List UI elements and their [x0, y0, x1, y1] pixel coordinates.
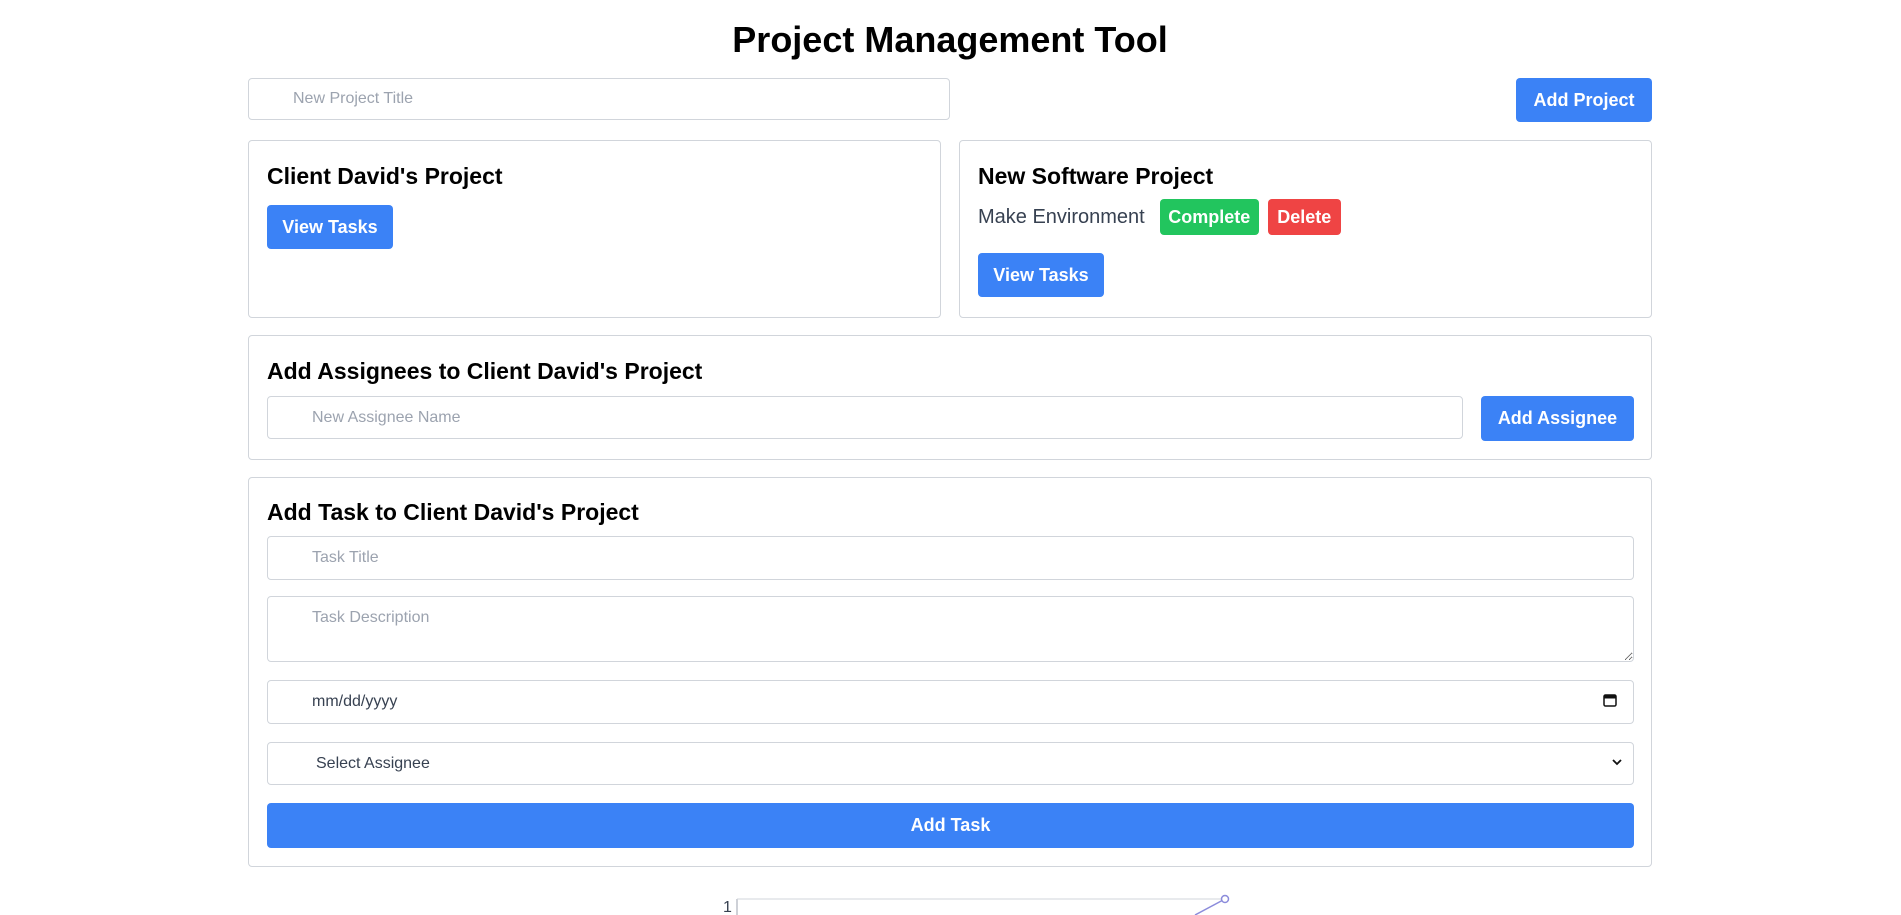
add-task-button[interactable]: Add Task	[267, 803, 1634, 848]
add-assignee-button[interactable]: Add Assignee	[1481, 396, 1634, 441]
page-title: Project Management Tool	[732, 19, 1168, 60]
view-tasks-button[interactable]: View Tasks	[978, 253, 1104, 297]
task-due-date-input[interactable]: mm/dd/yyyy	[267, 680, 1634, 724]
chart-peek: 1	[723, 894, 1230, 915]
task-name: Make Environment	[978, 206, 1145, 228]
add-project-button[interactable]: Add Project	[1516, 78, 1652, 122]
task-description-input[interactable]	[267, 596, 1634, 662]
complete-button[interactable]: Complete	[1159, 199, 1259, 235]
data-point	[1220, 894, 1230, 904]
calendar-icon[interactable]	[1603, 693, 1617, 712]
new-project-title-input[interactable]	[248, 78, 950, 120]
assignees-card: Add Assignees to Client David's Project …	[248, 335, 1652, 460]
assignee-select[interactable]: Select Assignee	[267, 742, 1634, 785]
new-assignee-input[interactable]	[267, 396, 1463, 439]
project-card: New Software Project Make Environment Co…	[959, 140, 1652, 318]
project-title: Client David's Project	[267, 163, 503, 189]
task-title-input[interactable]	[267, 536, 1634, 580]
assignees-title: Add Assignees to Client David's Project	[267, 358, 703, 384]
assignee-select-value: Select Assignee	[316, 754, 430, 772]
date-placeholder: mm/dd/yyyy	[312, 693, 398, 710]
add-task-title: Add Task to Client David's Project	[267, 499, 639, 525]
project-title: New Software Project	[978, 163, 1214, 189]
delete-button[interactable]: Delete	[1267, 199, 1341, 235]
add-task-card: Add Task to Client David's Project mm/dd…	[248, 477, 1652, 867]
task-row: Make Environment Complete Delete	[978, 199, 1341, 235]
series-line	[1194, 898, 1226, 915]
chevron-down-icon	[1611, 755, 1623, 773]
view-tasks-button[interactable]: View Tasks	[267, 205, 393, 249]
project-card: Client David's Project View Tasks	[248, 140, 941, 318]
y-tick-label: 1	[723, 899, 732, 915]
